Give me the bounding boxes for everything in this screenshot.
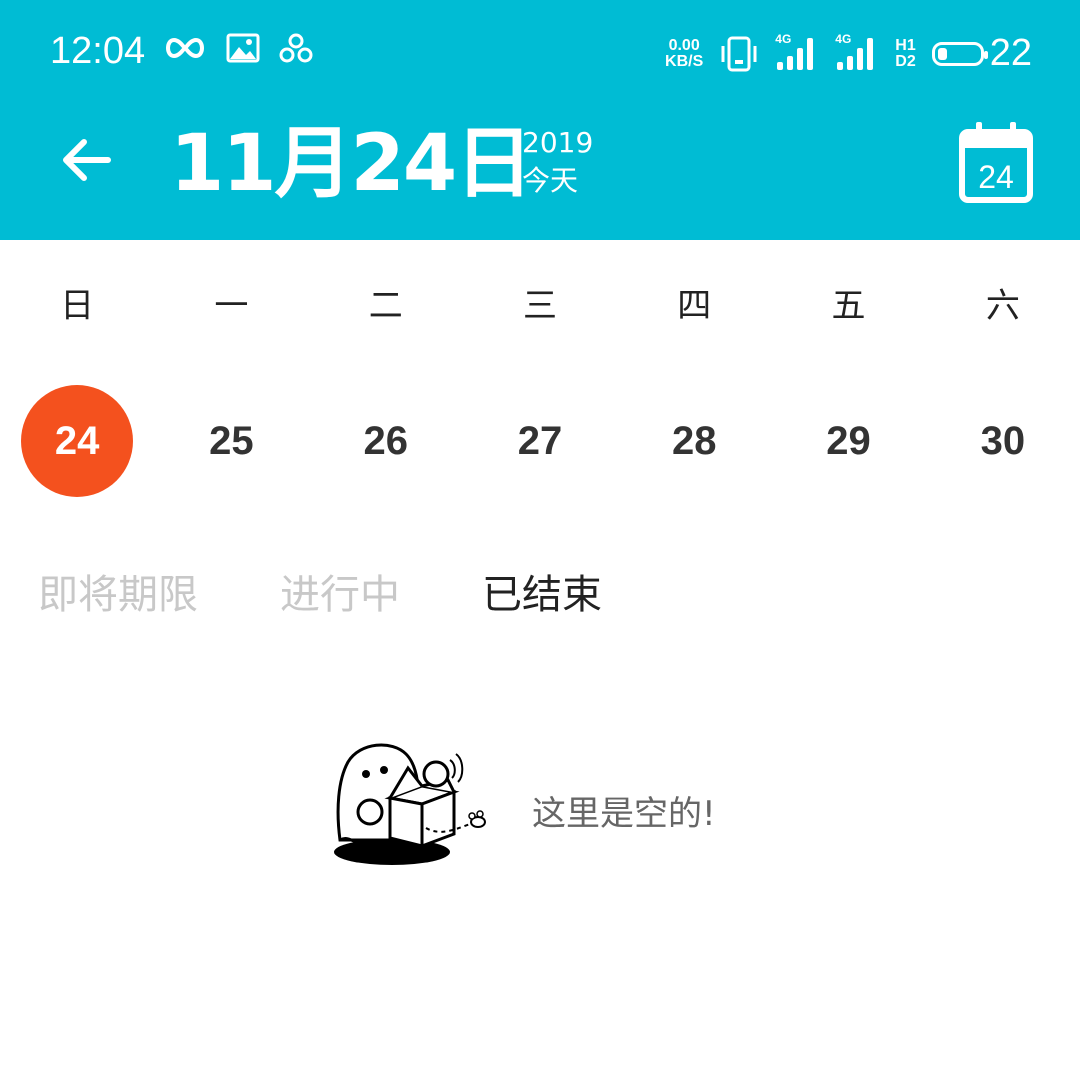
date-number: 28 xyxy=(672,418,717,463)
date-cell-selected[interactable]: 24 xyxy=(0,385,154,497)
status-right-icons: 0.00 KB/S 4G 4G H1 D2 22 xyxy=(665,32,1032,75)
sim1-network-type: 4G xyxy=(775,31,792,46)
weekday-header: 日 一 二 三 四 五 六 xyxy=(0,278,1080,327)
date-number: 30 xyxy=(980,418,1026,463)
weekday-label: 二 xyxy=(368,286,403,326)
app-bar: 12:04 0.00 KB/S 4G 4G H1 D2 22 11月24日 20… xyxy=(0,0,1080,240)
tab-finished[interactable]: 已结束 xyxy=(482,562,602,620)
date-number: 26 xyxy=(363,418,408,463)
tab-in-progress[interactable]: 进行中 xyxy=(280,562,400,620)
date-number: 29 xyxy=(826,418,871,463)
battery-percent: 22 xyxy=(989,32,1032,74)
infinity-icon xyxy=(166,37,204,59)
header-relative-day: 今天 xyxy=(522,164,579,197)
date-cell[interactable]: 27 xyxy=(463,385,617,497)
task-tabs: 即将期限 进行中 已结束 xyxy=(38,562,602,620)
date-cell[interactable]: 28 xyxy=(617,385,771,497)
status-left-icons xyxy=(162,32,314,64)
calendar-icon-day: 24 xyxy=(978,159,1014,195)
battery-icon xyxy=(931,41,988,66)
weekday-label: 四 xyxy=(677,286,712,326)
weekday-label: 六 xyxy=(985,286,1020,326)
header-year: 2019 xyxy=(522,126,594,159)
image-icon xyxy=(226,33,260,63)
weekday-label: 五 xyxy=(831,286,866,326)
header-date-sub: 2019 今天 xyxy=(522,124,593,200)
weekday-label: 三 xyxy=(522,286,557,326)
weekday-label: 日 xyxy=(60,286,95,326)
cloud-share-icon xyxy=(279,33,313,63)
date-number: 27 xyxy=(517,418,563,463)
sim2-network-type: 4G xyxy=(835,31,852,46)
network-speed-value: 0.00 xyxy=(668,36,700,54)
tab-upcoming[interactable]: 即将期限 xyxy=(38,562,198,620)
network-speed: 0.00 KB/S xyxy=(665,36,704,70)
calendar-icon[interactable]: 24 xyxy=(958,120,1034,204)
date-cell[interactable]: 25 xyxy=(154,385,308,497)
status-time: 12:04 xyxy=(50,30,146,72)
battery-level xyxy=(937,47,947,60)
network-speed-unit: KB/S xyxy=(665,52,704,70)
signal-sim2-icon: 4G xyxy=(835,31,879,74)
empty-state-message: 这里是空的! xyxy=(532,794,716,834)
weekday-label: 一 xyxy=(214,286,249,326)
week-dates: 24 25 26 27 28 29 30 xyxy=(0,385,1080,497)
date-number: 25 xyxy=(209,418,254,463)
hd-voice-icon: H1 D2 xyxy=(895,36,916,70)
signal-sim1-icon: 4G xyxy=(775,31,819,74)
back-arrow-icon[interactable] xyxy=(58,130,114,190)
header-date: 11月24日 xyxy=(170,119,533,209)
vibrate-icon xyxy=(721,36,757,71)
date-number: 24 xyxy=(21,385,134,497)
date-cell[interactable]: 26 xyxy=(309,385,463,497)
hd-bottom-label: D2 xyxy=(895,52,916,70)
hd-top-label: H1 xyxy=(895,36,916,54)
date-cell[interactable]: 29 xyxy=(771,385,925,497)
date-cell[interactable]: 30 xyxy=(926,385,1080,497)
